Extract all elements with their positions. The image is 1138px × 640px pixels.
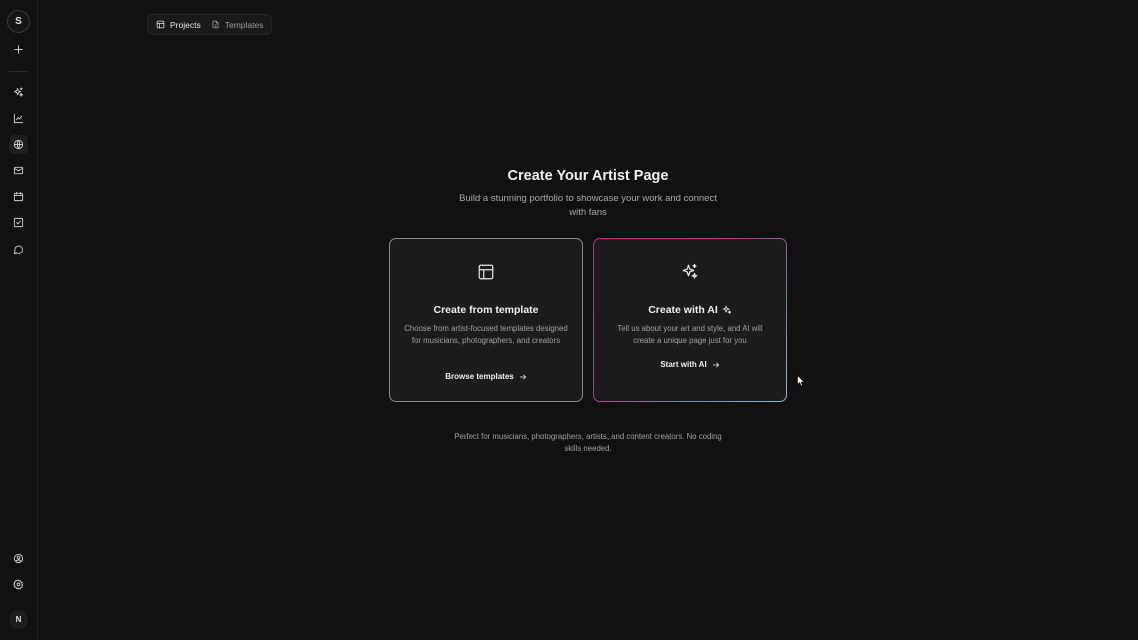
checkbox-icon: [13, 217, 24, 228]
template-card-title: Create from template: [433, 304, 539, 316]
sidebar-item-chat[interactable]: [9, 240, 28, 259]
sparkles-icon: [13, 87, 24, 97]
arrow-right-icon: [712, 362, 719, 367]
sidebar-item-sites[interactable]: [9, 135, 28, 154]
sparkles-icon: [682, 263, 698, 279]
workspace-avatar[interactable]: S: [7, 10, 30, 33]
page-subtitle: Build a stunning portfolio to showcase y…: [459, 193, 717, 218]
sidebar-item-account[interactable]: [9, 549, 28, 568]
tab-projects[interactable]: Projects: [152, 16, 205, 33]
plus-icon: [14, 45, 23, 54]
globe-icon: [13, 139, 24, 150]
message-circle-icon: [13, 245, 24, 255]
file-icon: [212, 20, 219, 29]
new-project-button[interactable]: [9, 40, 28, 59]
tab-templates[interactable]: Templates: [207, 16, 268, 33]
create-from-template-card[interactable]: Create from template Choose from artist-…: [389, 238, 583, 402]
footnote: Perfect for musicians, photographers, ar…: [454, 432, 722, 453]
sparkles-icon: [722, 305, 731, 314]
view-tabs: Projects Templates: [147, 14, 273, 35]
sidebar: S N: [0, 0, 38, 640]
template-card-description: Choose from artist-focused templates des…: [404, 324, 568, 345]
create-with-ai-card[interactable]: Create with AI Tell us about your art an…: [593, 238, 787, 402]
user-avatar[interactable]: N: [9, 610, 28, 629]
start-with-ai-link[interactable]: Start with AI: [594, 360, 786, 369]
layout-icon: [156, 20, 165, 29]
sidebar-item-tasks[interactable]: [9, 213, 28, 232]
user-circle-icon: [13, 553, 24, 564]
calendar-icon: [13, 191, 24, 202]
sidebar-item-analytics[interactable]: [9, 109, 28, 128]
ai-card-description: Tell us about your art and style, and AI…: [617, 324, 763, 345]
layout-icon: [478, 264, 494, 280]
arrow-right-icon: [519, 374, 526, 379]
ai-card-title: Create with AI: [594, 304, 786, 316]
mouse-cursor-icon: [797, 375, 805, 387]
sidebar-divider: [9, 71, 28, 72]
browse-templates-link[interactable]: Browse templates: [390, 372, 582, 381]
gear-icon: [13, 579, 24, 590]
sidebar-item-calendar[interactable]: [9, 187, 28, 206]
sidebar-item-settings[interactable]: [9, 575, 28, 594]
tab-projects-label: Projects: [170, 19, 201, 30]
app-root: S N Projects Templates Create Your Artis…: [0, 0, 1138, 640]
page-title: Create Your Artist Page: [507, 168, 669, 184]
chart-line-icon: [13, 113, 24, 124]
tab-templates-label: Templates: [224, 19, 264, 30]
sidebar-item-ai[interactable]: [9, 83, 28, 102]
